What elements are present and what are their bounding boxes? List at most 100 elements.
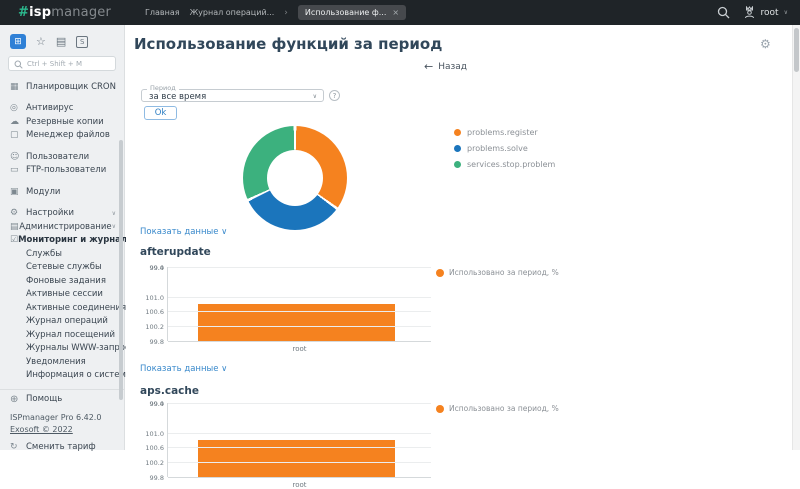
- legend-dot-icon: [436, 405, 444, 413]
- admin-panel-icon: ▤: [10, 222, 19, 232]
- close-tab-icon[interactable]: ×: [392, 8, 399, 17]
- legend-dot-icon: [454, 129, 461, 136]
- y-tick-label: 100.2: [145, 459, 164, 467]
- back-button[interactable]: ← Назад: [424, 60, 467, 73]
- gridline: 99.0: [168, 403, 431, 404]
- sidebar-item-backups[interactable]: ☁ Резервные копии: [0, 115, 124, 129]
- copyright-link[interactable]: Exosoft © 2022: [10, 425, 124, 434]
- show-data-link-1[interactable]: Показать данные ∨: [140, 227, 227, 237]
- search-icon: [14, 54, 23, 73]
- gridline: 100.2: [168, 326, 431, 327]
- gridline: 101.0: [168, 297, 431, 298]
- usage-bar[interactable]: [198, 304, 395, 341]
- chevron-down-icon: ∨: [784, 9, 788, 16]
- tab-home[interactable]: Главная: [145, 8, 180, 17]
- sidebar-item-www-logs[interactable]: Журналы WWW-запросов: [0, 342, 124, 356]
- gridline: 99.8: [168, 477, 431, 478]
- sidebar-item-users[interactable]: ☺ Пользователи: [0, 150, 124, 164]
- sidebar-search-input[interactable]: Ctrl + Shift + M: [8, 56, 116, 71]
- shield-icon: ◎: [10, 103, 26, 113]
- chevron-icon: ∨: [112, 210, 116, 217]
- sidebar-item-settings[interactable]: ⚙ Настройки ∨: [0, 207, 124, 221]
- top-bar: #ispmanager Главная Журнал операций... ›…: [0, 0, 800, 25]
- help-circle-icon[interactable]: ?: [329, 90, 340, 101]
- tab-bar: Главная Журнал операций... › Использован…: [145, 0, 406, 25]
- monitor-icon: ▭: [10, 165, 26, 175]
- sidebar-scrollbar[interactable]: [119, 140, 123, 400]
- refresh-circle-icon: ↻: [10, 442, 26, 452]
- sidebar-footer: ISPmanager Pro 6.42.0 Exosoft © 2022 ↻ С…: [0, 406, 124, 452]
- snippets-icon[interactable]: S: [76, 36, 88, 48]
- change-tariff-button[interactable]: ↻ Сменить тариф: [10, 442, 124, 452]
- folder-icon: ▢: [10, 130, 26, 140]
- sidebar-item-background-tasks[interactable]: Фоновые задания: [0, 274, 124, 288]
- search-icon[interactable]: [717, 6, 730, 19]
- period-selected-value: за все время: [149, 92, 206, 102]
- tab-operations-log[interactable]: Журнал операций...: [190, 8, 275, 17]
- sidebar-item-operations-log[interactable]: Журнал операций: [0, 315, 124, 329]
- sidebar-item-visits-log[interactable]: Журнал посещений: [0, 328, 124, 342]
- legend-item[interactable]: problems.register: [454, 128, 555, 137]
- legend-item[interactable]: services.stop.problem: [454, 160, 555, 169]
- show-data-link-2[interactable]: Показать данные ∨: [140, 364, 227, 374]
- y-tick-label: 99.0: [150, 264, 164, 272]
- legend-item[interactable]: problems.solve: [454, 144, 555, 153]
- ok-button[interactable]: Ok: [144, 106, 177, 120]
- bar-chart-legend-1[interactable]: Использовано за период, %: [436, 268, 559, 277]
- sidebar-item-antivirus[interactable]: ◎ Антивирус: [0, 102, 124, 116]
- donut-legend: problems.register problems.solve service…: [454, 128, 555, 176]
- gridline: 99.8: [168, 341, 431, 342]
- sidebar-item-help[interactable]: ⊕ Помощь: [0, 392, 124, 406]
- sidebar-item-notifications[interactable]: Уведомления: [0, 355, 124, 369]
- chevron-icon: ∨: [112, 223, 116, 230]
- sidebar-item-file-manager[interactable]: ▢ Менеджер файлов: [0, 129, 124, 143]
- sidebar-item-network-services[interactable]: Сетевые службы: [0, 261, 124, 275]
- sidebar-toolbar: ⊞ ☆ ▤ S: [0, 25, 124, 56]
- gridline: 100.6: [168, 311, 431, 312]
- gridline: 100.2: [168, 462, 431, 463]
- page-settings-gear-icon[interactable]: ⚙: [760, 37, 771, 51]
- cloud-icon: ☁: [10, 117, 26, 127]
- menu-sections-icon[interactable]: ⊞: [10, 34, 26, 49]
- chart-title-afterupdate: afterupdate: [140, 246, 211, 258]
- scrollbar-thumb[interactable]: [794, 28, 799, 72]
- chart-title-aps-cache: aps.cache: [140, 385, 199, 397]
- sidebar-item-active-connections[interactable]: Активные соединения: [0, 301, 124, 315]
- legend-dot-icon: [454, 145, 461, 152]
- sidebar-item-ftp-users[interactable]: ▭ FTP-пользователи: [0, 164, 124, 178]
- gridline: 101.0: [168, 433, 431, 434]
- usage-bar[interactable]: [198, 440, 395, 477]
- sidebar-item-modules[interactable]: ▣ Модули: [0, 185, 124, 199]
- tab-usage-active[interactable]: Использование ф... ×: [298, 5, 406, 20]
- sidebar-item-administration[interactable]: ▤ Администрирование ∨: [0, 220, 124, 234]
- gear-icon: ⚙: [10, 208, 26, 218]
- tab-separator-icon: ›: [284, 8, 288, 18]
- sidebar-item-monitoring[interactable]: ☑ Мониторинг и журналы ∧: [0, 234, 124, 248]
- briefcase-icon[interactable]: ▤: [56, 36, 66, 47]
- chevron-down-icon: ∨: [313, 93, 317, 100]
- period-field-label: Период: [147, 84, 179, 92]
- favorites-star-icon[interactable]: ☆: [36, 36, 46, 47]
- module-icon: ▣: [10, 187, 26, 197]
- y-tick-label: 101.0: [145, 430, 164, 438]
- sidebar-divider: [0, 389, 124, 390]
- sidebar-menu: ▦ Планировщик CRON ◎ Антивирус ☁ Резервн…: [0, 80, 124, 382]
- logo-hash-icon: #: [18, 5, 29, 20]
- search-placeholder: Ctrl + Shift + M: [27, 60, 82, 68]
- y-tick-label: 99.8: [150, 474, 164, 482]
- ispmanager-logo: #ispmanager: [18, 0, 111, 25]
- sidebar-item-services[interactable]: Службы: [0, 247, 124, 261]
- y-tick-label: 100.6: [145, 308, 164, 316]
- user-menu[interactable]: root ∨: [743, 6, 788, 19]
- sidebar-item-active-sessions[interactable]: Активные сессии: [0, 288, 124, 302]
- sidebar: ⊞ ☆ ▤ S Ctrl + Shift + M ▦ Планировщик C…: [0, 25, 125, 450]
- x-category-label: root: [168, 345, 431, 353]
- y-tick-label: 99.8: [150, 338, 164, 346]
- sidebar-item-cron[interactable]: ▦ Планировщик CRON: [0, 80, 124, 94]
- sidebar-item-system-info[interactable]: Информация о системе: [0, 369, 124, 383]
- y-tick-label: 100.2: [145, 323, 164, 331]
- x-category-label: root: [168, 481, 431, 489]
- user-icon: ☺: [10, 152, 26, 162]
- monitoring-icon: ☑: [10, 235, 18, 245]
- bar-chart-legend-2[interactable]: Использовано за период, %: [436, 404, 559, 413]
